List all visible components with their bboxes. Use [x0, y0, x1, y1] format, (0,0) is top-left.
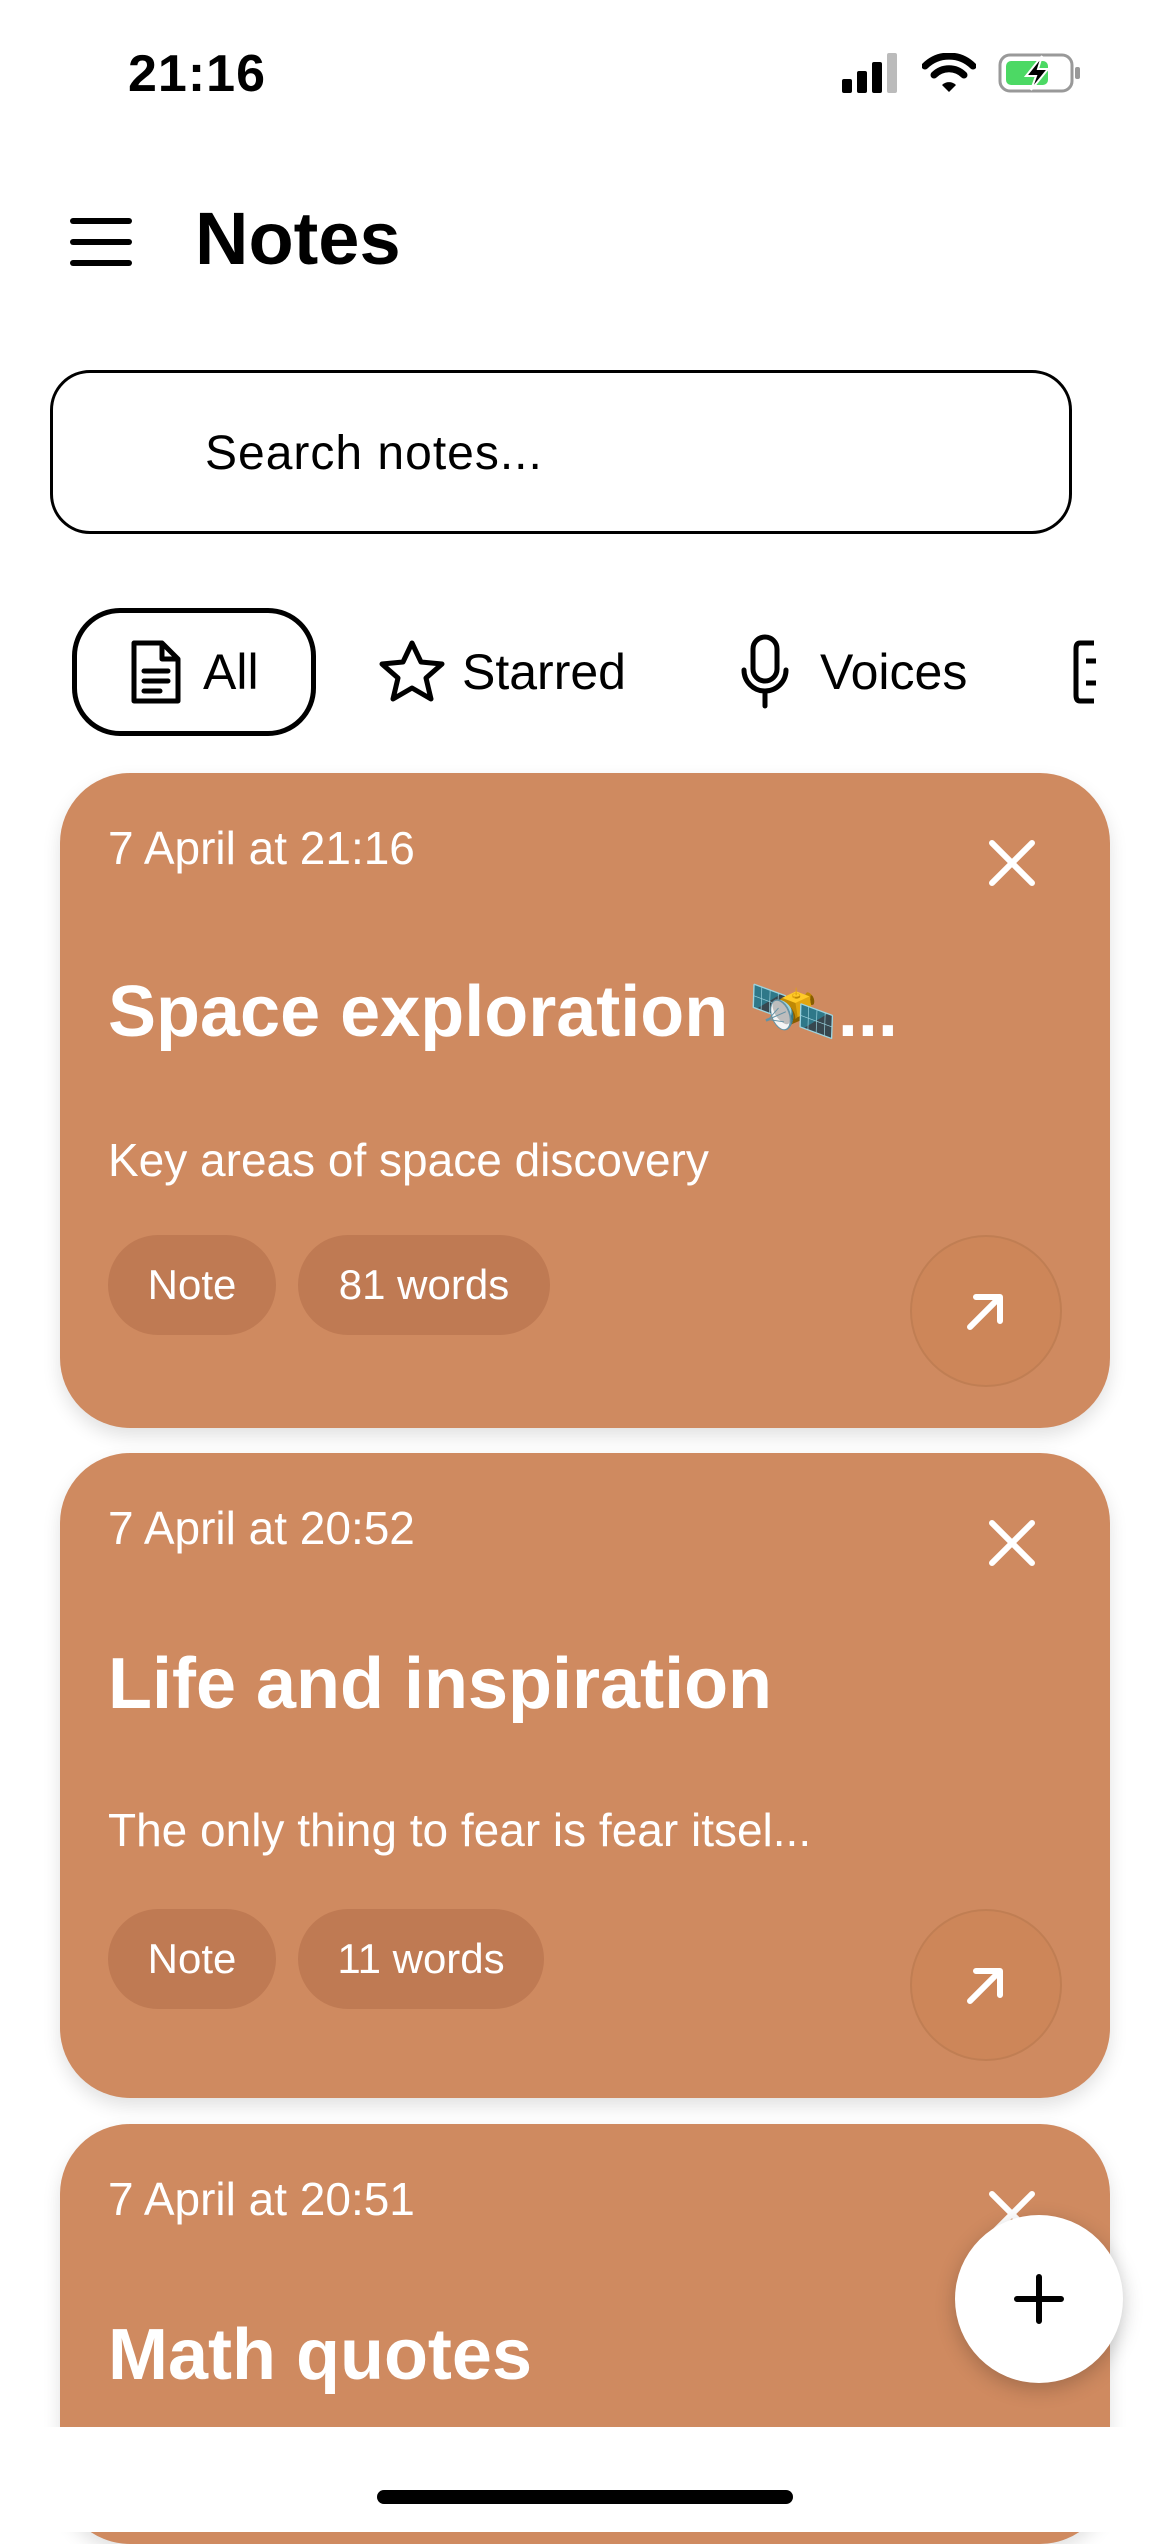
open-note-button[interactable] — [910, 1909, 1062, 2061]
filter-chip-more[interactable] — [1072, 608, 1152, 736]
bottom-safe-area — [0, 2427, 1170, 2532]
filter-chip-starred[interactable]: Starred — [378, 608, 648, 736]
search-bar[interactable] — [50, 370, 1072, 534]
home-indicator[interactable] — [377, 2490, 793, 2504]
wifi-icon — [922, 53, 976, 92]
arrow-up-right-icon — [967, 1294, 1003, 1330]
search-input[interactable] — [203, 373, 1027, 533]
open-note-button[interactable] — [910, 1235, 1062, 1387]
document-icon — [131, 640, 181, 704]
note-description: Key areas of space discovery — [108, 1134, 709, 1186]
note-date: 7 April at 20:52 — [108, 1502, 415, 1554]
plus-icon — [1014, 2274, 1064, 2324]
note-card[interactable]: 7 April at 21:16 Space exploration 🛰️...… — [60, 773, 1110, 1428]
filter-chip-all[interactable]: All — [72, 608, 316, 736]
word-count-tag: 11 words — [298, 1909, 544, 2009]
folder-icon — [1073, 640, 1096, 704]
arrow-up-right-icon — [967, 1968, 1003, 2004]
menu-icon[interactable] — [70, 218, 132, 266]
status-time: 21:16 — [128, 45, 266, 103]
close-icon[interactable] — [984, 835, 1040, 891]
note-date: 7 April at 20:51 — [108, 2173, 415, 2225]
word-count-tag: 81 words — [298, 1235, 550, 1335]
add-note-button[interactable] — [955, 2215, 1123, 2383]
note-title: Life and inspiration — [108, 1644, 773, 1724]
microphone-icon — [741, 634, 789, 709]
page-title: Notes — [195, 197, 401, 280]
note-date: 7 April at 21:16 — [108, 822, 415, 874]
status-icons — [842, 52, 1082, 94]
filter-chip-voices[interactable]: Voices — [740, 608, 980, 736]
filter-chip-label: Voices — [820, 644, 968, 700]
note-title: Space exploration 🛰️... — [108, 972, 898, 1052]
note-type-tag: Note — [108, 1909, 276, 2009]
close-icon[interactable] — [984, 1515, 1040, 1571]
note-type-tag: Note — [108, 1235, 276, 1335]
note-card[interactable]: 7 April at 20:52 Life and inspiration Th… — [60, 1453, 1110, 2098]
filter-chip-label: Starred — [462, 644, 626, 700]
star-icon — [379, 640, 445, 702]
note-title: Math quotes — [108, 2315, 532, 2395]
note-description: The only thing to fear is fear itsel... — [108, 1804, 812, 1856]
cellular-signal-icon — [842, 53, 897, 93]
filter-chips: All Starred Voices — [0, 608, 1170, 738]
battery-charging-icon — [998, 53, 1080, 93]
filter-chip-label: All — [203, 644, 259, 700]
